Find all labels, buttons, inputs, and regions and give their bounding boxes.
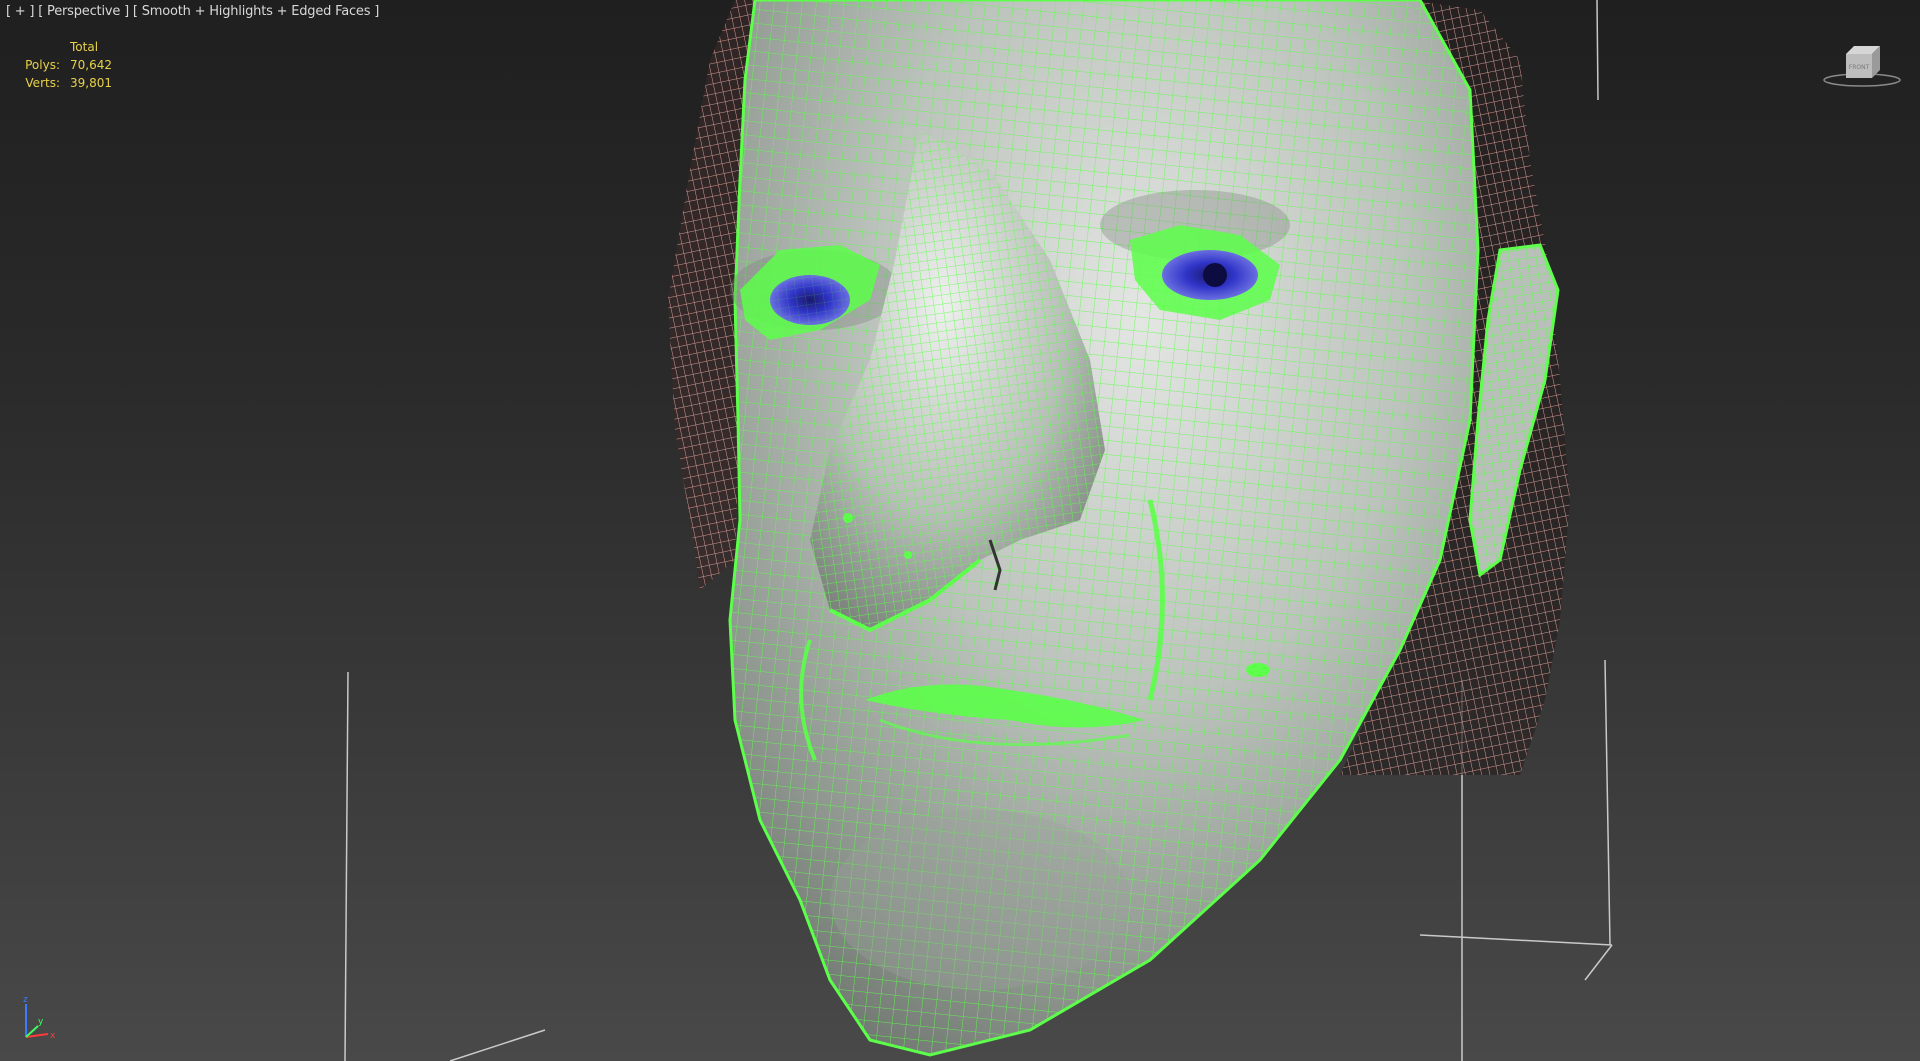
polys-value: 70,642 [70, 58, 112, 72]
verts-label: Verts: [25, 76, 60, 90]
scene-render[interactable] [0, 0, 1920, 1061]
perspective-viewport[interactable]: [ + ] [ Perspective ] [ Smooth + Highlig… [0, 0, 1920, 1061]
viewport-view-menu[interactable]: [ Perspective ] [38, 4, 129, 19]
axis-tripod-icon: z x y [18, 992, 68, 1052]
axis-z-label: z [23, 995, 28, 1005]
viewport-menu-plus[interactable]: [ + ] [6, 4, 35, 19]
axis-x-label: x [50, 1031, 56, 1041]
viewcube-icon[interactable]: FRONT [1822, 40, 1902, 90]
viewport-label: [ + ] [ Perspective ] [ Smooth + Highlig… [6, 4, 379, 19]
viewcube-face-label: FRONT [1849, 64, 1870, 71]
axis-y-label: y [38, 1017, 44, 1027]
viewport-shading-menu[interactable]: [ Smooth + Highlights + Edged Faces ] [133, 4, 379, 19]
scene-statistics: Total Polys: 70,642 Verts: 39,801 [12, 38, 150, 92]
polys-label: Polys: [25, 58, 60, 72]
head-mesh [728, 0, 1560, 1057]
verts-value: 39,801 [70, 76, 112, 90]
stats-header: Total [70, 40, 99, 54]
